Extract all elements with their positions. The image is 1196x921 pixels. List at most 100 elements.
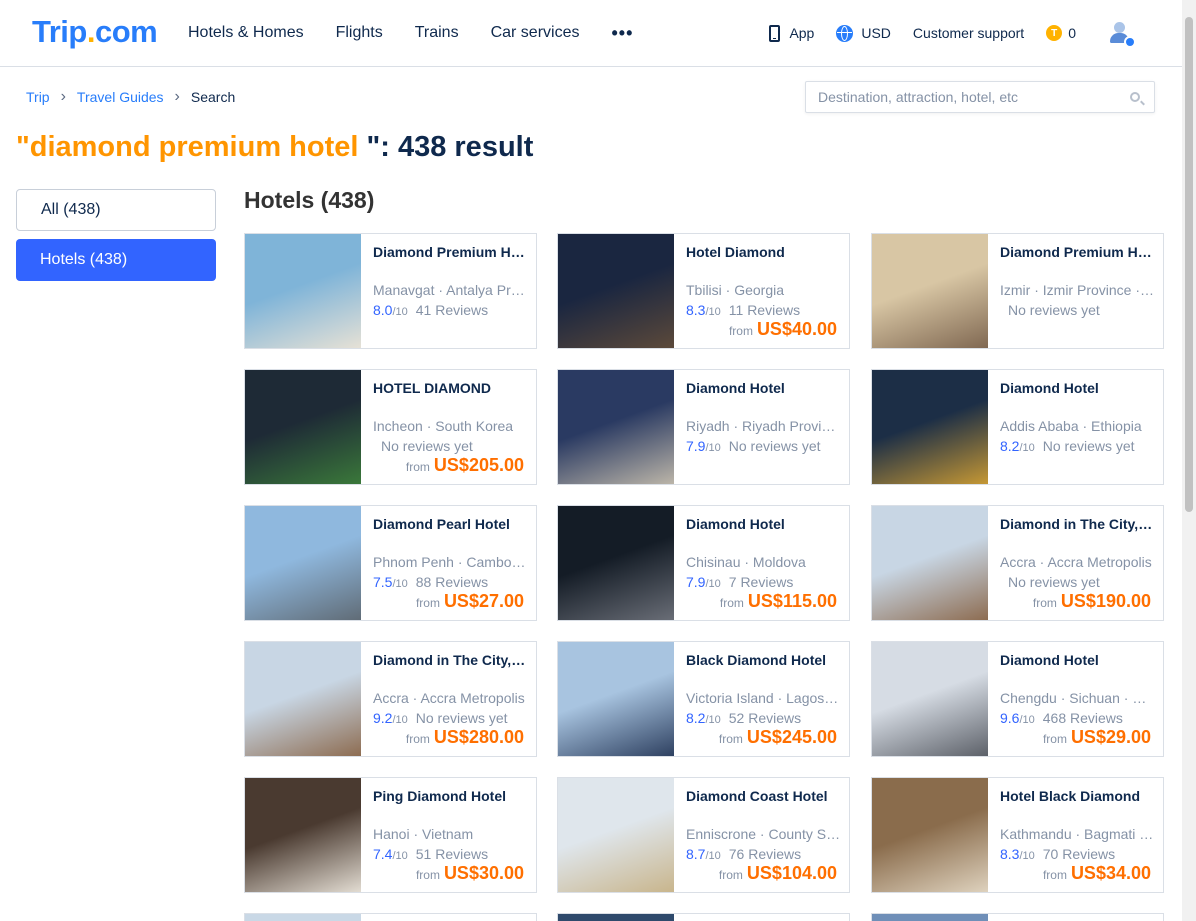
hotel-card[interactable]: Diamond Hotel Chengdu · Sichuan · China 9.… — [871, 641, 1164, 757]
filter-hotels-button[interactable]: Hotels (438) — [16, 239, 216, 281]
hotel-name[interactable]: Diamond in The City, Accra — [1000, 516, 1155, 532]
hotel-name[interactable]: Diamond in The City, Accra — [373, 652, 528, 668]
hotel-name[interactable]: Black Diamond Hotel — [686, 652, 841, 668]
user-avatar[interactable] — [1108, 20, 1136, 48]
hotel-photo[interactable] — [872, 234, 988, 348]
nav-hotels-homes[interactable]: Hotels & Homes — [188, 24, 304, 42]
rating-scale: /10 — [1019, 442, 1035, 454]
hotel-location: Manavgat · Antalya Province — [373, 282, 528, 298]
hotel-price — [1147, 319, 1151, 340]
hotel-photo[interactable] — [558, 234, 674, 348]
review-count: 7 Reviews — [728, 574, 794, 590]
result-title: "diamond premium hotel ": 438 result — [16, 131, 533, 164]
hotel-name[interactable]: Diamond Hotel — [686, 380, 841, 396]
hotel-rating: 9.6/10 468 Reviews — [1000, 710, 1155, 728]
hotel-location: Incheon · South Korea — [373, 418, 514, 434]
currency-selector[interactable]: USD — [836, 24, 891, 42]
hotel-rating: 7.9/10 7 Reviews — [686, 574, 841, 592]
hotel-photo[interactable] — [245, 778, 361, 892]
hotel-card[interactable]: Diamond Coast Hotel Enniscrone · County S… — [557, 777, 850, 893]
rating-scale: /10 — [392, 850, 408, 862]
nav-car-services[interactable]: Car services — [491, 24, 580, 42]
hotel-card[interactable]: Diamond Hotel Riyadh · Riyadh Province 7.9… — [557, 369, 850, 485]
header-actions: App USD Customer support T 0 — [747, 0, 1136, 66]
review-count: 70 Reviews — [1042, 846, 1116, 862]
hotel-card[interactable]: Ping Diamond Hotel Hanoi · Vietnam 7.4/10 5… — [244, 777, 537, 893]
search-input[interactable] — [806, 82, 1106, 112]
hotel-price: from US$34.00 — [1043, 863, 1151, 884]
hotel-card[interactable]: Diamond Premium Hotel Izmir · Izmir Provi… — [871, 233, 1164, 349]
hotel-name[interactable]: Diamond Coast Hotel — [686, 788, 841, 804]
hotel-card[interactable]: Diamond Pearl Hotel Phnom Penh · Cambodia… — [244, 505, 537, 621]
hotel-card[interactable]: Black Diamond Hotel Victoria Island · Lag… — [557, 641, 850, 757]
hotel-photo[interactable] — [245, 642, 361, 756]
hotel-card[interactable]: Hotel Diamond Tbilisi · Georgia 8.3/10 11 R… — [557, 233, 850, 349]
more-menu-icon[interactable]: ••• — [611, 23, 633, 44]
hotel-price — [833, 455, 837, 476]
hotel-name[interactable]: Diamond Hotel — [686, 516, 841, 532]
hotel-card-partial[interactable] — [557, 913, 850, 921]
hotel-photo[interactable] — [558, 370, 674, 484]
hotel-photo[interactable] — [872, 506, 988, 620]
hotel-photo[interactable] — [245, 370, 361, 484]
breadcrumb-trip[interactable]: Trip — [26, 89, 50, 105]
hotel-photo[interactable] — [872, 778, 988, 892]
hotel-price: from US$29.00 — [1043, 727, 1151, 748]
hotel-card[interactable]: Diamond in The City, Accra Accra · Accra … — [871, 505, 1164, 621]
hotel-name[interactable]: Diamond Premium Hotel & Spa — [373, 244, 528, 260]
hotel-location: Chisinau · Moldova — [686, 554, 806, 570]
globe-icon — [836, 24, 854, 42]
main-nav: Hotels & Homes Flights Trains Car servic… — [188, 0, 633, 66]
hotel-name[interactable]: Diamond Hotel — [1000, 380, 1155, 396]
hotel-name[interactable]: Ping Diamond Hotel — [373, 788, 528, 804]
rating-score: 9.6 — [1000, 710, 1020, 726]
hotel-name[interactable]: HOTEL DIAMOND — [373, 380, 528, 396]
hotel-photo[interactable] — [558, 506, 674, 620]
hotel-card-partial[interactable] — [244, 913, 537, 921]
trip-coins[interactable]: T 0 — [1046, 25, 1076, 41]
hotel-photo[interactable] — [558, 642, 674, 756]
app-link[interactable]: App — [769, 24, 814, 42]
nav-trains[interactable]: Trains — [415, 24, 459, 42]
hotel-name[interactable]: Diamond Premium Hotel — [1000, 244, 1155, 260]
hotel-card[interactable]: Diamond Hotel Chisinau · Moldova 7.9/10 7 R… — [557, 505, 850, 621]
trip-logo[interactable]: Trip.com — [32, 14, 158, 50]
nav-flights[interactable]: Flights — [336, 24, 383, 42]
hotel-name[interactable]: Hotel Diamond — [686, 244, 841, 260]
hotel-photo[interactable] — [872, 642, 988, 756]
rating-scale: /10 — [705, 850, 721, 862]
hotel-name[interactable]: Diamond Hotel — [1000, 652, 1155, 668]
scrollbar-thumb[interactable] — [1185, 17, 1193, 512]
hotel-rating: 8.0/10 41 Reviews — [373, 302, 528, 320]
price-amount: US$104.00 — [746, 863, 837, 883]
rating-score: 8.3 — [686, 302, 706, 318]
hotel-name[interactable]: Hotel Black Diamond — [1000, 788, 1155, 804]
customer-support-link[interactable]: Customer support — [913, 25, 1024, 41]
rating-score: 7.9 — [686, 438, 706, 454]
hotel-name[interactable]: Diamond Pearl Hotel — [373, 516, 528, 532]
rating-scale: /10 — [705, 306, 721, 318]
hotel-price: from US$115.00 — [720, 591, 837, 612]
breadcrumb-travel-guides[interactable]: Travel Guides — [77, 89, 164, 105]
hotel-photo[interactable] — [872, 370, 988, 484]
logo-tld: com — [94, 14, 158, 49]
review-count: No reviews yet — [1008, 574, 1100, 590]
hotel-card-partial[interactable] — [871, 913, 1164, 921]
hotel-photo[interactable] — [558, 778, 674, 892]
hotel-card[interactable]: Diamond Premium Hotel & Spa Manavgat · An… — [244, 233, 537, 349]
hotel-photo[interactable] — [245, 506, 361, 620]
hotel-location: Accra · Accra Metropolis — [1000, 554, 1152, 570]
page-scrollbar[interactable] — [1182, 0, 1196, 921]
hotel-location: Addis Ababa · Ethiopia — [1000, 418, 1142, 434]
hotel-card[interactable]: Diamond Hotel Addis Ababa · Ethiopia 8.2/1… — [871, 369, 1164, 485]
hotel-photo[interactable] — [245, 234, 361, 348]
breadcrumb: Trip › Travel Guides › Search — [26, 89, 236, 106]
price-from-label: from — [1042, 732, 1067, 746]
search-keyword: diamond premium hotel — [29, 131, 359, 163]
hotel-card[interactable]: Hotel Black Diamond Kathmandu · Bagmati P… — [871, 777, 1164, 893]
search-icon[interactable] — [1130, 92, 1140, 102]
hotel-card[interactable]: Diamond in The City, Accra Accra · Accra … — [244, 641, 537, 757]
filter-all-button[interactable]: All (438) — [16, 189, 216, 231]
hotel-card[interactable]: HOTEL DIAMOND Incheon · South Korea No rev… — [244, 369, 537, 485]
breadcrumb-search: Search — [190, 89, 236, 105]
